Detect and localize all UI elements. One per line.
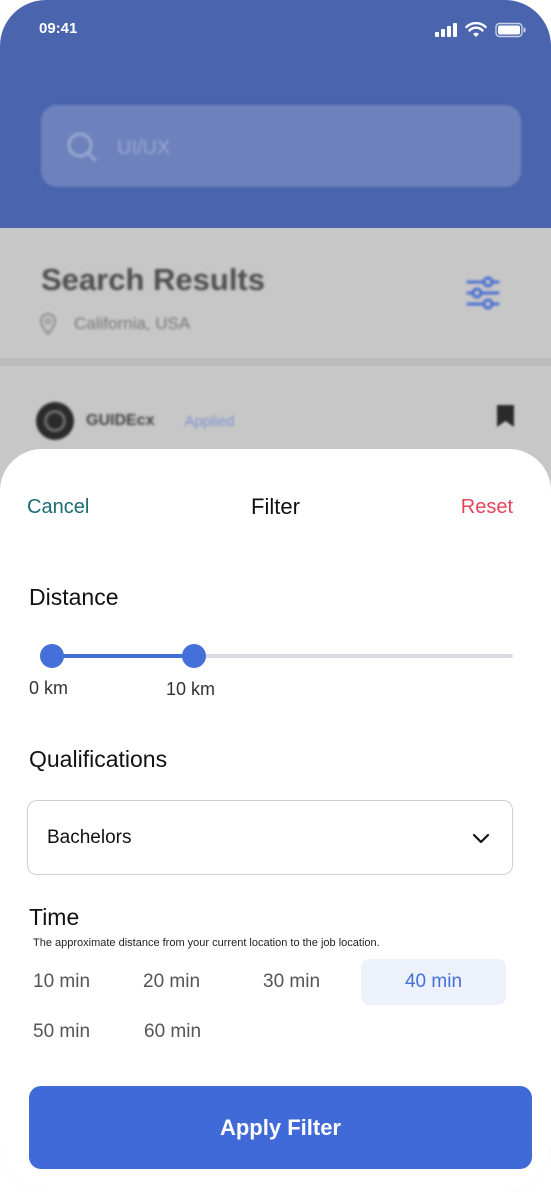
slider-min-handle[interactable] <box>40 644 64 668</box>
time-option-60-min[interactable]: 60 min <box>144 1009 244 1055</box>
qualifications-select[interactable]: Bachelors <box>27 800 513 875</box>
location-pin-icon <box>40 313 56 335</box>
slider-selected-range <box>52 654 194 658</box>
reset-button[interactable]: Reset <box>461 496 513 519</box>
apply-filter-button[interactable]: Apply Filter <box>29 1086 532 1169</box>
time-subtitle: The approximate distance from your curre… <box>33 937 380 949</box>
filter-sheet-header: Cancel Filter Reset <box>0 449 551 564</box>
time-title: Time <box>29 904 80 930</box>
background-company-name: GUIDEcx <box>86 412 155 429</box>
qualifications-selected-value: Bachelors <box>47 827 132 848</box>
company-logo <box>36 402 74 440</box>
cellular-signal-icon <box>435 23 457 37</box>
search-icon <box>67 132 97 162</box>
distance-title: Distance <box>29 584 119 610</box>
filter-sliders-icon <box>466 276 500 310</box>
qualifications-title: Qualifications <box>29 746 168 772</box>
background-title: Search Results <box>41 262 265 297</box>
wifi-icon <box>465 22 487 37</box>
distance-max-label: 10 km <box>166 679 216 699</box>
background-search-bar <box>41 105 521 187</box>
background-divider <box>0 358 551 366</box>
time-option-40-min[interactable]: 40 min <box>361 959 506 1005</box>
phone-screen: 09:41 UI/UX Search Results California, U… <box>0 0 551 1192</box>
battery-icon <box>495 22 526 38</box>
background-location: California, USA <box>40 313 190 335</box>
chevron-down-icon <box>472 833 490 844</box>
background-location-text: California, USA <box>74 314 191 333</box>
time-option-10-min[interactable]: 10 min <box>33 959 133 1005</box>
distance-range-slider[interactable] <box>40 642 513 670</box>
status-icons <box>435 22 527 38</box>
bookmark-icon <box>497 405 514 427</box>
time-option-30-min[interactable]: 30 min <box>263 959 353 1005</box>
status-bar: 09:41 <box>0 0 551 54</box>
background-job-card: GUIDEcx Applied <box>36 402 235 440</box>
distance-min-label: 0 km <box>29 678 69 698</box>
filter-sheet: Cancel Filter Reset Distance 0 km 10 km … <box>0 449 551 1192</box>
status-time: 09:41 <box>39 20 78 37</box>
background-applied-badge: Applied <box>184 412 235 430</box>
background-search-query: UI/UX <box>117 137 171 159</box>
time-option-50-min[interactable]: 50 min <box>33 1009 133 1055</box>
slider-max-handle[interactable] <box>182 644 206 668</box>
time-option-20-min[interactable]: 20 min <box>143 959 243 1005</box>
